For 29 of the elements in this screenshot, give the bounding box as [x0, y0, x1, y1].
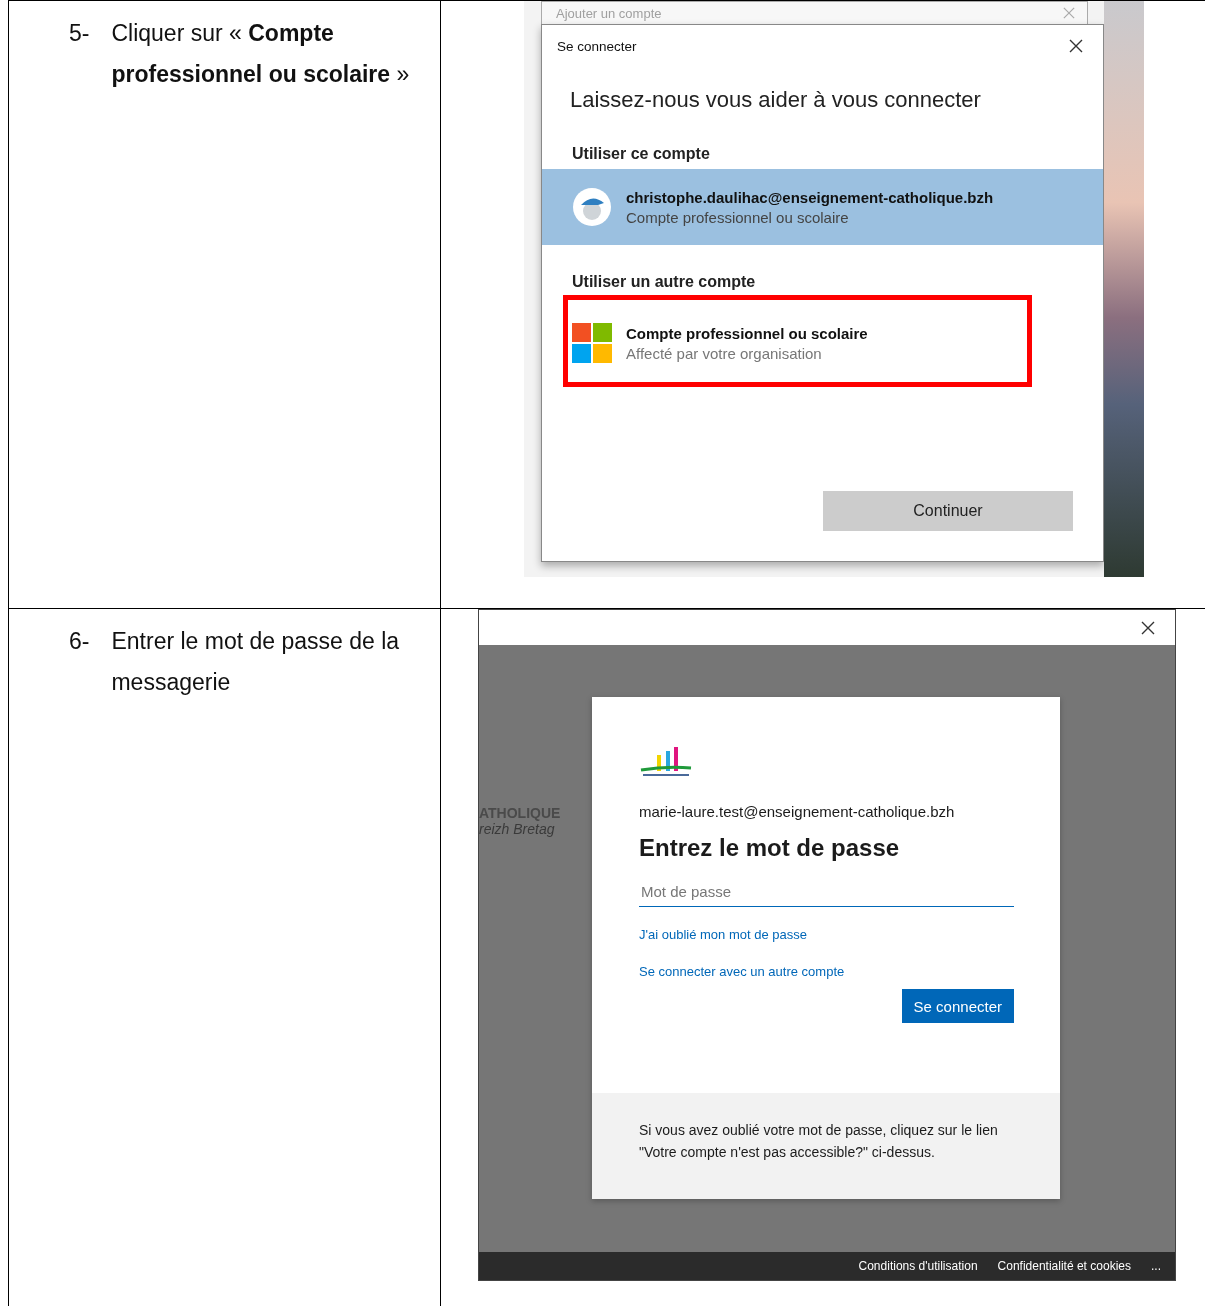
footer-link[interactable]: Conditions d'utilisation [858, 1259, 978, 1273]
card-heading: Entrez le mot de passe [639, 834, 901, 862]
background-logo-text: reizh Bretag [479, 821, 556, 837]
account-email: marie-laure.test@enseignement-catholique.bzh [639, 803, 956, 820]
section-heading: Utiliser un autre compte [571, 273, 757, 291]
continue-button[interactable]: Continuer [823, 491, 1073, 531]
step-instruction: Entrer le mot de passe de la messagerie [111, 627, 401, 697]
option-title: Compte professionnel ou scolaire [626, 324, 868, 342]
windows-logo-icon [572, 323, 612, 363]
account-item[interactable]: christophe.daulihac@enseignement-catholique.bzh Compte professionnel ou scolaire [542, 169, 1103, 245]
step-number: 6- [69, 627, 90, 656]
dialog-title: Se connecter [557, 38, 637, 54]
more-button[interactable]: ... [1151, 1259, 1161, 1273]
account-type: Compte professionnel ou scolaire [626, 208, 850, 226]
help-note: Si vous avez oublié votre mot de passe, cliquez sur le lien "Votre compte n'est pas accessible?" ci-dessus. [592, 1093, 1060, 1199]
link[interactable]: Se connecter avec un autre compte [639, 964, 845, 979]
avatar-icon [572, 187, 612, 227]
sign-in-button[interactable]: Se connecter [901, 989, 1014, 1023]
step-number: 5- [69, 19, 90, 48]
footer-link[interactable]: Confidentialité et cookies [997, 1259, 1131, 1273]
window-title: Ajouter un compte [556, 5, 662, 21]
step-instruction: Cliquer sur « Compte professionnel ou scolaire » [111, 19, 411, 89]
close-icon[interactable] [1141, 620, 1155, 635]
account-email: christophe.daulihac@enseignement-catholique.bzh [626, 188, 994, 206]
option-subtitle: Affecté par votre organisation [626, 344, 823, 362]
close-icon[interactable] [1069, 39, 1083, 53]
section-heading: Utiliser ce compte [571, 144, 711, 163]
dialog-heading: Laissez-nous vous aider à vous connecter [569, 86, 982, 113]
link[interactable]: J'ai oublié mon mot de passe [639, 927, 807, 942]
